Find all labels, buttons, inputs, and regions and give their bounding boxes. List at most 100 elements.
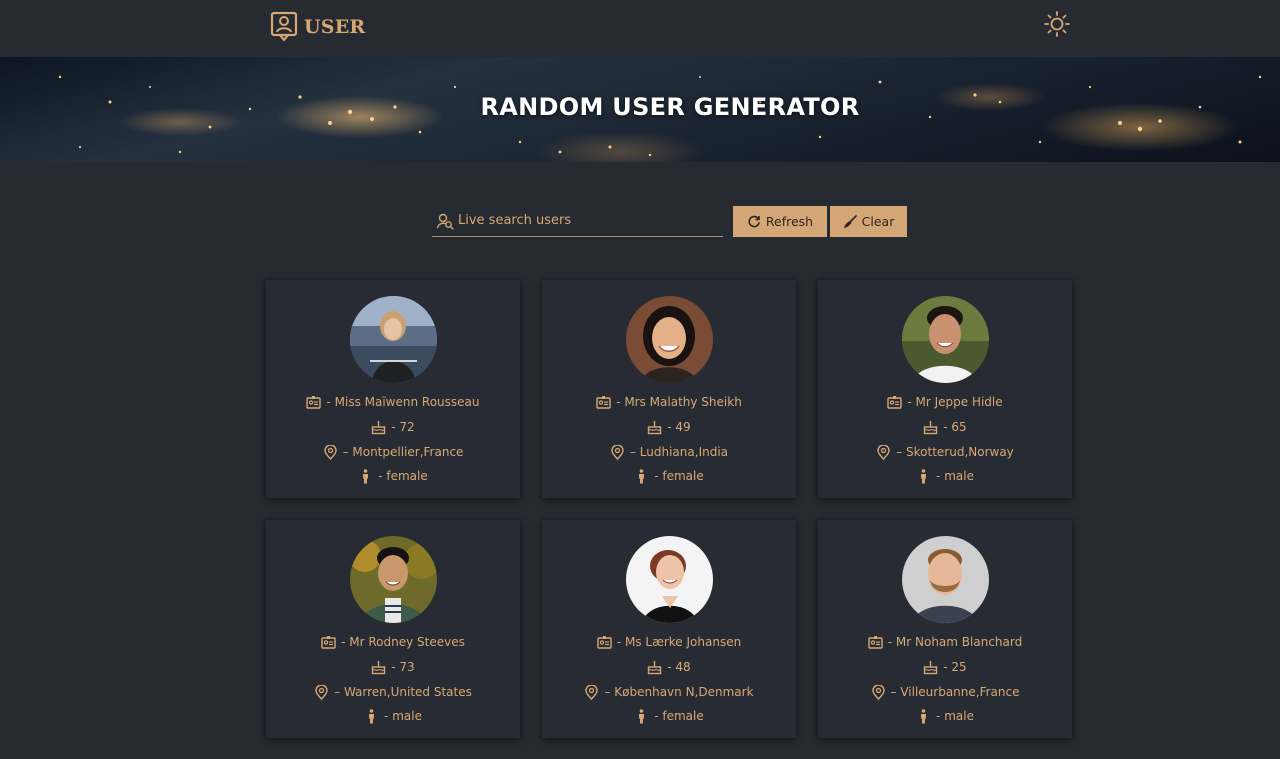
user-age: - 25 — [943, 660, 967, 674]
user-gender: - female — [378, 469, 428, 483]
user-location: – Skotterud,Norway — [896, 445, 1014, 459]
user-card: - Mr Noham Blanchard - 25 – Villeurbanne… — [818, 520, 1072, 738]
refresh-label: Refresh — [765, 214, 814, 229]
user-avatar — [350, 536, 437, 623]
search-input[interactable] — [458, 213, 723, 228]
user-card: - Miss Maïwenn Rousseau - 72 – Montpelli… — [266, 280, 520, 498]
birthday-cake-icon — [648, 420, 662, 434]
user-name: - Ms Lærke Johansen — [616, 635, 742, 649]
hero-banner: RANDOM USER GENERATOR — [0, 57, 1280, 162]
brand-label: USER — [304, 16, 366, 38]
user-name: - Miss Maïwenn Rousseau — [326, 395, 480, 409]
user-age-row: - 49 — [542, 417, 796, 437]
clear-label: Clear — [861, 214, 895, 229]
broom-icon — [843, 214, 857, 228]
user-age-row: - 48 — [542, 657, 796, 677]
location-pin-icon — [315, 684, 328, 700]
person-icon — [921, 708, 927, 723]
refresh-icon — [748, 215, 760, 227]
user-name-row: - Mrs Malathy Sheikh — [542, 392, 796, 412]
user-location: – Villeurbanne,France — [890, 685, 1020, 699]
page-title: RANDOM USER GENERATOR — [480, 93, 860, 121]
user-gender: - female — [654, 469, 704, 483]
person-icon — [921, 468, 927, 483]
user-gender: - male — [936, 709, 974, 723]
user-location-row: – Villeurbanne,France — [818, 682, 1072, 702]
user-location-row: – København N,Denmark — [542, 682, 796, 702]
user-age-row: - 25 — [818, 657, 1072, 677]
user-name-row: - Miss Maïwenn Rousseau — [266, 392, 520, 412]
id-card-icon — [321, 635, 336, 649]
person-icon — [639, 468, 645, 483]
user-name: - Mrs Malathy Sheikh — [616, 395, 742, 409]
id-card-icon — [868, 635, 883, 649]
user-avatar — [902, 536, 989, 623]
user-age: - 65 — [943, 420, 967, 434]
user-card: - Mr Jeppe Hidle - 65 – Skotterud,Norway… — [818, 280, 1072, 498]
user-age: - 48 — [667, 660, 691, 674]
user-age: - 72 — [391, 420, 415, 434]
birthday-cake-icon — [648, 660, 662, 674]
person-icon — [639, 708, 645, 723]
location-pin-icon — [611, 444, 624, 460]
location-pin-icon — [877, 444, 890, 460]
user-name-row: - Ms Lærke Johansen — [542, 632, 796, 652]
clear-button[interactable]: Clear — [830, 206, 907, 237]
user-name: - Mr Jeppe Hidle — [907, 395, 1003, 409]
user-location: – Ludhiana,India — [629, 445, 729, 459]
user-location: – København N,Denmark — [604, 685, 754, 699]
location-pin-icon — [585, 684, 599, 700]
user-location: – Montpellier,France — [342, 445, 464, 459]
user-gender-row: - male — [818, 466, 1072, 486]
user-name: - Mr Rodney Steeves — [341, 635, 465, 649]
user-card: - Ms Lærke Johansen - 48 – København N,D… — [542, 520, 796, 738]
user-location-row: – Warren,United States — [266, 682, 520, 702]
user-location-row: – Ludhiana,India — [542, 442, 796, 462]
user-location-row: – Montpellier,France — [266, 442, 520, 462]
user-name: - Mr Noham Blanchard — [887, 635, 1023, 649]
user-age: - 73 — [391, 660, 415, 674]
search-bar — [432, 205, 723, 237]
user-card: - Mr Rodney Steeves - 73 – Warren,United… — [266, 520, 520, 738]
user-search-icon — [436, 213, 454, 230]
birthday-cake-icon — [372, 420, 386, 434]
user-name-row: - Mr Jeppe Hidle — [818, 392, 1072, 412]
user-age: - 49 — [667, 420, 691, 434]
user-gender-row: - male — [818, 706, 1072, 726]
user-card: - Mrs Malathy Sheikh - 49 – Ludhiana,Ind… — [542, 280, 796, 498]
user-age-row: - 73 — [266, 657, 520, 677]
user-gender-row: - female — [542, 706, 796, 726]
person-icon — [369, 708, 375, 723]
id-card-icon — [596, 395, 611, 409]
user-gender: - male — [936, 469, 974, 483]
user-badge-icon — [270, 11, 298, 42]
user-age-row: - 65 — [818, 417, 1072, 437]
user-location-row: – Skotterud,Norway — [818, 442, 1072, 462]
user-gender: - female — [654, 709, 704, 723]
id-card-icon — [306, 395, 322, 409]
navbar: USER — [0, 0, 1280, 57]
sun-icon[interactable] — [1043, 10, 1071, 38]
user-location: – Warren,United States — [334, 685, 472, 699]
user-name-row: - Mr Rodney Steeves — [266, 632, 520, 652]
user-gender-row: - female — [266, 466, 520, 486]
user-gender-row: - female — [542, 466, 796, 486]
location-pin-icon — [323, 444, 337, 460]
user-gender-row: - male — [266, 706, 520, 726]
user-avatar — [902, 296, 989, 383]
refresh-button[interactable]: Refresh — [733, 206, 827, 237]
user-age-row: - 72 — [266, 417, 520, 437]
person-icon — [363, 468, 369, 483]
id-card-icon — [887, 395, 903, 409]
id-card-icon — [597, 635, 612, 649]
user-avatar — [626, 536, 713, 623]
birthday-cake-icon — [372, 660, 386, 674]
location-pin-icon — [871, 684, 885, 700]
user-gender: - male — [384, 709, 422, 723]
user-avatar — [350, 296, 437, 383]
birthday-cake-icon — [924, 660, 938, 674]
brand[interactable]: USER — [270, 11, 365, 43]
birthday-cake-icon — [924, 420, 938, 434]
user-name-row: - Mr Noham Blanchard — [818, 632, 1072, 652]
user-avatar — [626, 296, 713, 383]
